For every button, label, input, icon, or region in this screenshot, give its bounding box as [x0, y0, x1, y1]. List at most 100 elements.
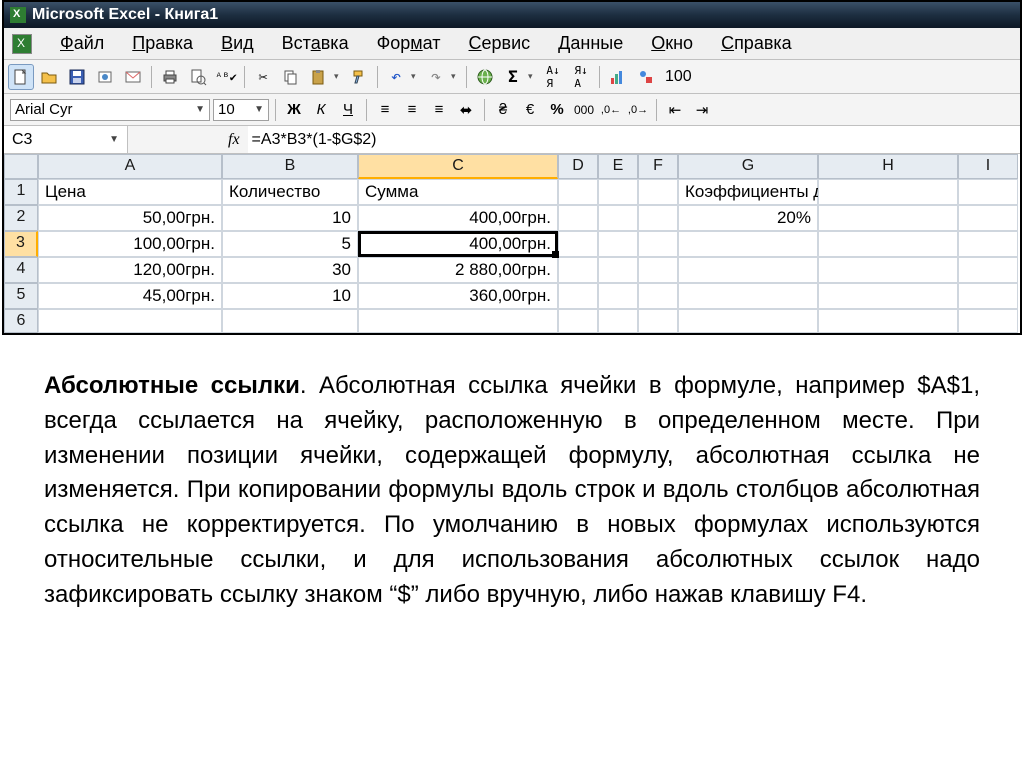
zoom-value[interactable]: 100	[661, 68, 696, 86]
cell-A1[interactable]: Цена	[38, 179, 222, 205]
comma-button[interactable]: 000	[572, 98, 596, 122]
align-right-button[interactable]: ≡	[427, 98, 451, 122]
cell-E6[interactable]	[598, 309, 638, 333]
undo-button[interactable]: ↶	[383, 64, 409, 90]
cell-E1[interactable]	[598, 179, 638, 205]
cell-F6[interactable]	[638, 309, 678, 333]
cell-F3[interactable]	[638, 231, 678, 257]
cell-C2[interactable]: 400,00грн.	[358, 205, 558, 231]
cell-D4[interactable]	[558, 257, 598, 283]
spelling-button[interactable]: ᴬᴮ✔	[213, 64, 239, 90]
redo-menu-arrow[interactable]: ▾	[451, 71, 461, 82]
cell-I1[interactable]	[958, 179, 1018, 205]
cell-H4[interactable]	[818, 257, 958, 283]
cell-G4[interactable]	[678, 257, 818, 283]
col-head-H[interactable]: H	[818, 154, 958, 179]
worksheet-grid[interactable]: A B C D E F G H I 1 Цена Количество Сумм…	[4, 154, 1020, 333]
menu-service[interactable]: Сервис	[455, 31, 545, 56]
drawing-button[interactable]	[633, 64, 659, 90]
menu-format[interactable]: Формат	[363, 31, 455, 56]
workbook-icon[interactable]	[12, 34, 32, 54]
cell-H6[interactable]	[818, 309, 958, 333]
format-painter-button[interactable]	[346, 64, 372, 90]
paste-button[interactable]	[306, 64, 332, 90]
cell-C6[interactable]	[358, 309, 558, 333]
cell-C1[interactable]: Сумма	[358, 179, 558, 205]
cell-G5[interactable]	[678, 283, 818, 309]
cell-E3[interactable]	[598, 231, 638, 257]
cell-F1[interactable]	[638, 179, 678, 205]
cell-I3[interactable]	[958, 231, 1018, 257]
cell-B2[interactable]: 10	[222, 205, 358, 231]
cell-D5[interactable]	[558, 283, 598, 309]
font-size-combo[interactable]: 10 ▼	[213, 99, 269, 121]
name-box[interactable]: C3 ▼	[4, 126, 128, 153]
cell-E5[interactable]	[598, 283, 638, 309]
hyperlink-button[interactable]	[472, 64, 498, 90]
row-head-2[interactable]: 2	[4, 205, 38, 231]
open-button[interactable]	[36, 64, 62, 90]
col-head-G[interactable]: G	[678, 154, 818, 179]
decrease-decimal-button[interactable]: ,0→	[626, 98, 650, 122]
euro-button[interactable]: €	[518, 98, 542, 122]
cell-D6[interactable]	[558, 309, 598, 333]
cell-F2[interactable]	[638, 205, 678, 231]
autosum-button[interactable]: Σ	[500, 64, 526, 90]
paste-menu-arrow[interactable]: ▾	[334, 71, 344, 82]
cell-G6[interactable]	[678, 309, 818, 333]
select-all-corner[interactable]	[4, 154, 38, 179]
cell-B4[interactable]: 30	[222, 257, 358, 283]
increase-decimal-button[interactable]: ,0←	[599, 98, 623, 122]
cell-A5[interactable]: 45,00грн.	[38, 283, 222, 309]
email-button[interactable]	[120, 64, 146, 90]
autosum-menu-arrow[interactable]: ▾	[528, 71, 538, 82]
undo-menu-arrow[interactable]: ▾	[411, 71, 421, 82]
redo-button[interactable]: ↷	[423, 64, 449, 90]
bold-button[interactable]: Ж	[282, 98, 306, 122]
align-center-button[interactable]: ≡	[400, 98, 424, 122]
cell-D3[interactable]	[558, 231, 598, 257]
cell-I2[interactable]	[958, 205, 1018, 231]
cell-A3[interactable]: 100,00грн.	[38, 231, 222, 257]
sort-desc-button[interactable]: Я↓А	[568, 64, 594, 90]
title-bar[interactable]: Microsoft Excel - Книга1	[4, 2, 1020, 28]
row-head-1[interactable]: 1	[4, 179, 38, 205]
cell-G3[interactable]	[678, 231, 818, 257]
menu-window[interactable]: Окно	[637, 31, 707, 56]
menu-edit[interactable]: Правка	[118, 31, 207, 56]
print-button[interactable]	[157, 64, 183, 90]
col-head-B[interactable]: B	[222, 154, 358, 179]
cell-E4[interactable]	[598, 257, 638, 283]
increase-indent-button[interactable]: ⇥	[690, 98, 714, 122]
menu-view[interactable]: Вид	[207, 31, 268, 56]
cell-H1[interactable]	[818, 179, 958, 205]
new-doc-button[interactable]	[8, 64, 34, 90]
copy-button[interactable]	[278, 64, 304, 90]
menu-data[interactable]: Данные	[544, 31, 637, 56]
cell-C5[interactable]: 360,00грн.	[358, 283, 558, 309]
decrease-indent-button[interactable]: ⇤	[663, 98, 687, 122]
col-head-C[interactable]: C	[358, 154, 558, 179]
cell-C4[interactable]: 2 880,00грн.	[358, 257, 558, 283]
cell-D2[interactable]	[558, 205, 598, 231]
row-head-4[interactable]: 4	[4, 257, 38, 283]
cell-D1[interactable]	[558, 179, 598, 205]
menu-file[interactable]: Файл	[46, 31, 118, 56]
align-left-button[interactable]: ≡	[373, 98, 397, 122]
menu-help[interactable]: Справка	[707, 31, 806, 56]
cell-H2[interactable]	[818, 205, 958, 231]
cell-B5[interactable]: 10	[222, 283, 358, 309]
chart-wizard-button[interactable]	[605, 64, 631, 90]
font-name-combo[interactable]: Arial Cyr ▼	[10, 99, 210, 121]
cell-I4[interactable]	[958, 257, 1018, 283]
print-preview-button[interactable]	[185, 64, 211, 90]
cell-F4[interactable]	[638, 257, 678, 283]
cell-C3[interactable]: 400,00грн.	[358, 231, 558, 257]
fx-icon[interactable]: fx	[128, 131, 248, 149]
cell-A2[interactable]: 50,00грн.	[38, 205, 222, 231]
italic-button[interactable]: К	[309, 98, 333, 122]
cut-button[interactable]: ✂	[250, 64, 276, 90]
cell-I5[interactable]	[958, 283, 1018, 309]
cell-G1[interactable]: Коэффициенты дисконта	[678, 179, 818, 205]
save-button[interactable]	[64, 64, 90, 90]
